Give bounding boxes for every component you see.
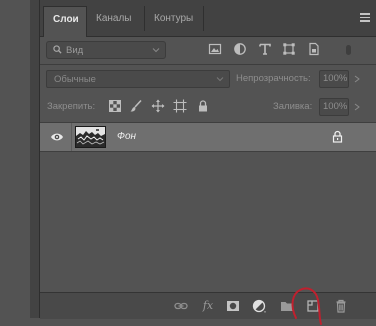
opacity-chevron-icon[interactable] — [353, 75, 361, 83]
chevron-down-icon — [152, 48, 160, 53]
search-icon — [53, 45, 62, 54]
fill-chevron-icon[interactable] — [353, 103, 361, 111]
blend-mode-value: Обычные — [54, 74, 96, 85]
shape-filter-icon[interactable] — [282, 42, 296, 56]
lock-row: Закрепить: Заливка: 100% — [40, 94, 376, 120]
fill-input[interactable]: 100% — [319, 98, 349, 116]
panel-tab-bar: Слои Каналы Контуры — [40, 0, 376, 37]
lock-all-icon[interactable] — [196, 99, 210, 113]
opacity-label: Непрозрачность: — [236, 73, 311, 84]
adjustment-filter-icon[interactable] — [233, 42, 247, 56]
link-layers-icon[interactable] — [174, 299, 188, 313]
new-adjustment-layer-icon[interactable] — [252, 299, 266, 313]
tab-paths[interactable]: Контуры — [145, 6, 204, 31]
thumbnail-image — [76, 127, 105, 147]
layers-panel: Слои Каналы Контуры Вид Обычные Непрозра… — [40, 0, 376, 325]
blend-row: Обычные Непрозрачность: 100% — [40, 66, 376, 92]
opacity-input[interactable]: 100% — [319, 70, 349, 88]
lock-position-icon[interactable] — [151, 99, 165, 113]
type-filter-icon[interactable] — [258, 42, 272, 56]
lock-artboard-icon[interactable] — [173, 99, 187, 113]
lock-transparent-pixels-icon[interactable] — [108, 99, 122, 113]
blend-mode-select[interactable]: Обычные — [46, 70, 230, 88]
divider — [71, 123, 72, 151]
lock-image-pixels-icon[interactable] — [129, 99, 143, 113]
layers-bottom-toolbar: fx — [40, 292, 376, 319]
layer-row[interactable]: Фон — [40, 122, 376, 152]
chevron-down-icon — [216, 77, 224, 82]
lock-icon[interactable] — [332, 130, 343, 143]
panel-dock-edge — [30, 0, 40, 318]
fx-icon[interactable]: fx — [201, 299, 215, 313]
filter-toggle-icon[interactable] — [336, 44, 362, 56]
layer-thumbnail[interactable] — [75, 126, 106, 148]
smart-object-filter-icon[interactable] — [307, 42, 321, 56]
tab-layers[interactable]: Слои — [43, 6, 87, 37]
delete-layer-icon[interactable] — [334, 299, 348, 313]
filter-kind-select[interactable]: Вид — [46, 41, 166, 59]
fill-label: Заливка: — [273, 101, 313, 112]
add-mask-icon[interactable] — [226, 299, 240, 313]
tab-channels[interactable]: Каналы — [87, 6, 145, 31]
image-filter-icon[interactable] — [208, 42, 222, 56]
lock-label: Закрепить: — [47, 101, 96, 112]
eye-icon[interactable] — [50, 131, 64, 143]
highlight-circle-annotation — [291, 287, 322, 325]
panel-menu-icon[interactable] — [360, 13, 370, 22]
divider — [40, 64, 376, 65]
layer-name[interactable]: Фон — [117, 131, 136, 142]
filter-kind-label: Вид — [66, 45, 84, 56]
tools-strip — [0, 0, 40, 318]
